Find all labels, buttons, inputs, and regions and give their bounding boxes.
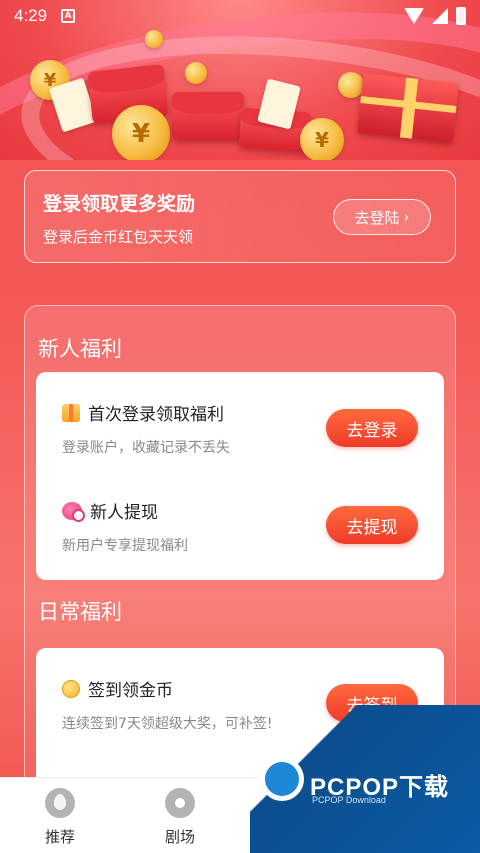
watermark-logo-icon [260,757,304,801]
red-envelope-icon [172,92,244,140]
coin-icon [185,62,207,84]
tab-theater[interactable]: 剧场 [120,778,240,853]
gift-box-icon [357,73,459,143]
task-new-user-withdraw: 新人提现 新用户专享提现福利 [62,498,188,555]
new-user-card: 首次登录领取福利 登录账户，收藏记录不丢失 去登录 新人提现 新用户专享提现福利… [36,372,444,580]
coin-icon: ¥ [112,105,170,160]
task-title: 新人提现 [90,503,158,523]
tab-recommend[interactable]: 推荐 [0,778,120,853]
go-login-button[interactable]: 去登陆 › [333,199,431,235]
task-desc: 新用户专享提现福利 [62,538,188,554]
notification-icon: A [61,9,76,23]
section-title-daily: 日常福利 [38,600,122,624]
first-login-button[interactable]: 去登录 [326,409,418,447]
gift-box-icon [62,403,80,422]
task-title: 签到领金币 [88,681,173,701]
coin-icon: ¥ [300,118,344,160]
status-time: 4:29 [14,6,48,25]
battery-icon [456,7,466,25]
task-checkin: 签到领金币 连续签到7天领超级大奖，可补签! [62,676,273,733]
task-desc: 登录账户，收藏记录不丢失 [62,440,230,456]
flame-icon [45,788,75,818]
task-first-login: 首次登录领取福利 登录账户，收藏记录不丢失 [62,400,230,457]
task-desc: 连续签到7天领超级大奖，可补签! [62,716,273,732]
wallet-heart-icon [62,501,85,522]
watermark-subtitle: PCPOP Download [312,795,386,805]
login-banner-card: 登录领取更多奖励 登录后金币红包天天领 去登陆 › [24,170,456,263]
signal-icon [432,8,448,24]
tab-label: 推荐 [44,828,75,846]
withdraw-button[interactable]: 去提现 [326,506,418,544]
go-login-label: 去登陆 [354,208,400,227]
status-bar: 4:29 A [0,0,480,32]
chevron-right-icon: › [403,208,410,226]
section-title-new-user: 新人福利 [38,337,122,361]
task-title: 首次登录领取福利 [88,405,224,425]
wifi-icon [404,8,424,24]
watermark: PCPOP下载 PCPOP Download [250,705,480,853]
tab-label: 剧场 [164,828,195,846]
coin-icon [145,30,163,48]
coin-icon [62,679,80,698]
film-reel-icon [165,788,195,818]
